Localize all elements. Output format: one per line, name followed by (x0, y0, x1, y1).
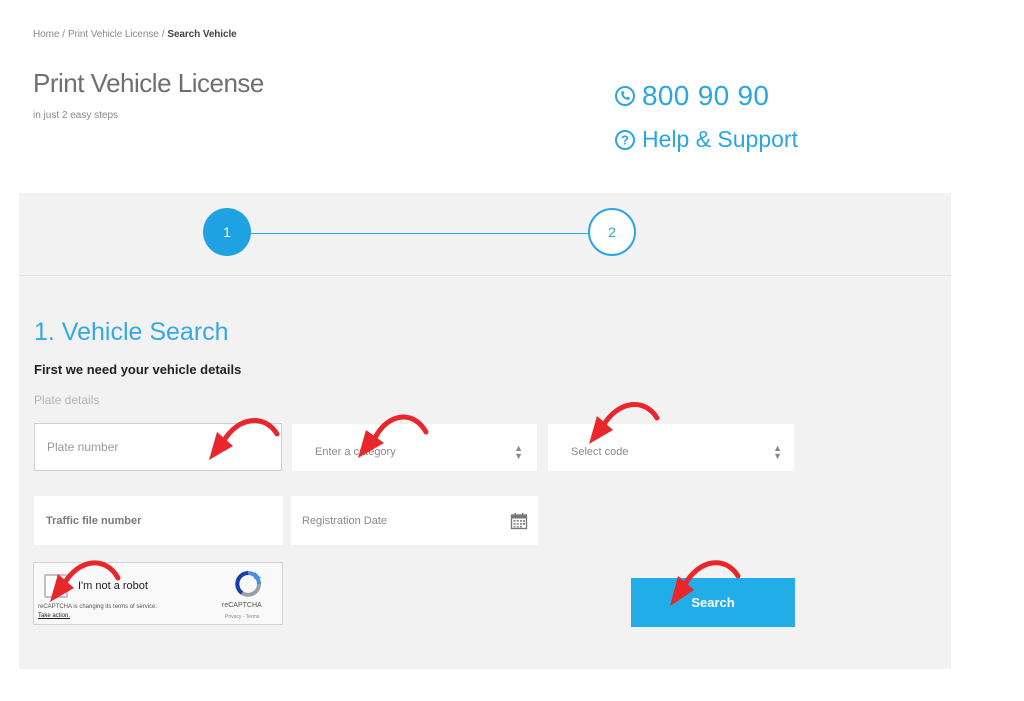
updown-arrows-icon: ▲ ▼ (773, 442, 782, 461)
code-select[interactable]: Select code ▲ ▼ (548, 424, 794, 471)
phone-link[interactable]: 800 90 90 (614, 80, 769, 112)
recaptcha-checkbox[interactable] (44, 574, 68, 598)
breadcrumb-current: Search Vehicle (167, 29, 237, 40)
category-placeholder: Enter a category (315, 445, 396, 458)
phone-icon (615, 86, 635, 106)
step-1: 1 (203, 208, 251, 256)
recaptcha-logo-icon (235, 571, 261, 597)
page-subtitle: in just 2 easy steps (33, 110, 119, 121)
stepper-line (249, 233, 589, 234)
section-description: First we need your vehicle details (34, 362, 242, 377)
breadcrumb-home[interactable]: Home (33, 29, 59, 40)
search-button[interactable]: Search (631, 578, 795, 627)
search-panel: 1 2 1. Vehicle Search First we need your… (19, 193, 951, 669)
page-title: Print Vehicle License (33, 68, 264, 98)
traffic-file-field[interactable]: Traffic file number (34, 496, 283, 545)
breadcrumb: Home / Print Vehicle License / Search Vehicl… (33, 29, 237, 40)
category-select[interactable]: Enter a category ▲ ▼ (292, 424, 537, 471)
registration-date-placeholder: Registration Date (302, 514, 387, 527)
updown-arrows-icon: ▲ ▼ (514, 442, 523, 461)
recaptcha-widget: I'm not a robot reCAPTCHA is changing it… (33, 562, 283, 625)
stepper: 1 2 (19, 193, 951, 276)
recaptcha-take-action-link[interactable]: Take action. (38, 613, 70, 619)
plate-number-input[interactable] (45, 439, 271, 455)
phone-number: 800 90 90 (642, 80, 770, 111)
step-2: 2 (588, 208, 636, 256)
registration-date-field[interactable]: Registration Date (291, 496, 538, 545)
traffic-file-placeholder: Traffic file number (46, 514, 142, 527)
breadcrumb-separator: / (161, 29, 165, 40)
recaptcha-brand: reCAPTCHA (222, 602, 262, 609)
plate-details-label: Plate details (34, 393, 100, 407)
recaptcha-label: I'm not a robot (78, 580, 148, 592)
breadcrumb-separator: / (62, 29, 65, 40)
recaptcha-terms[interactable]: Privacy - Terms (225, 614, 259, 620)
code-placeholder: Select code (571, 445, 629, 458)
recaptcha-notice: reCAPTCHA is changing its terms of servi… (38, 604, 158, 610)
help-icon: ? (615, 129, 635, 150)
help-support-label: Help & Support (642, 126, 798, 152)
help-support-link[interactable]: ? Help & Support (614, 126, 798, 153)
calendar-icon[interactable] (510, 512, 528, 530)
plate-number-field (34, 423, 282, 471)
section-title: 1. Vehicle Search (34, 318, 229, 346)
breadcrumb-parent[interactable]: Print Vehicle License (68, 29, 159, 40)
svg-text:?: ? (621, 132, 629, 147)
